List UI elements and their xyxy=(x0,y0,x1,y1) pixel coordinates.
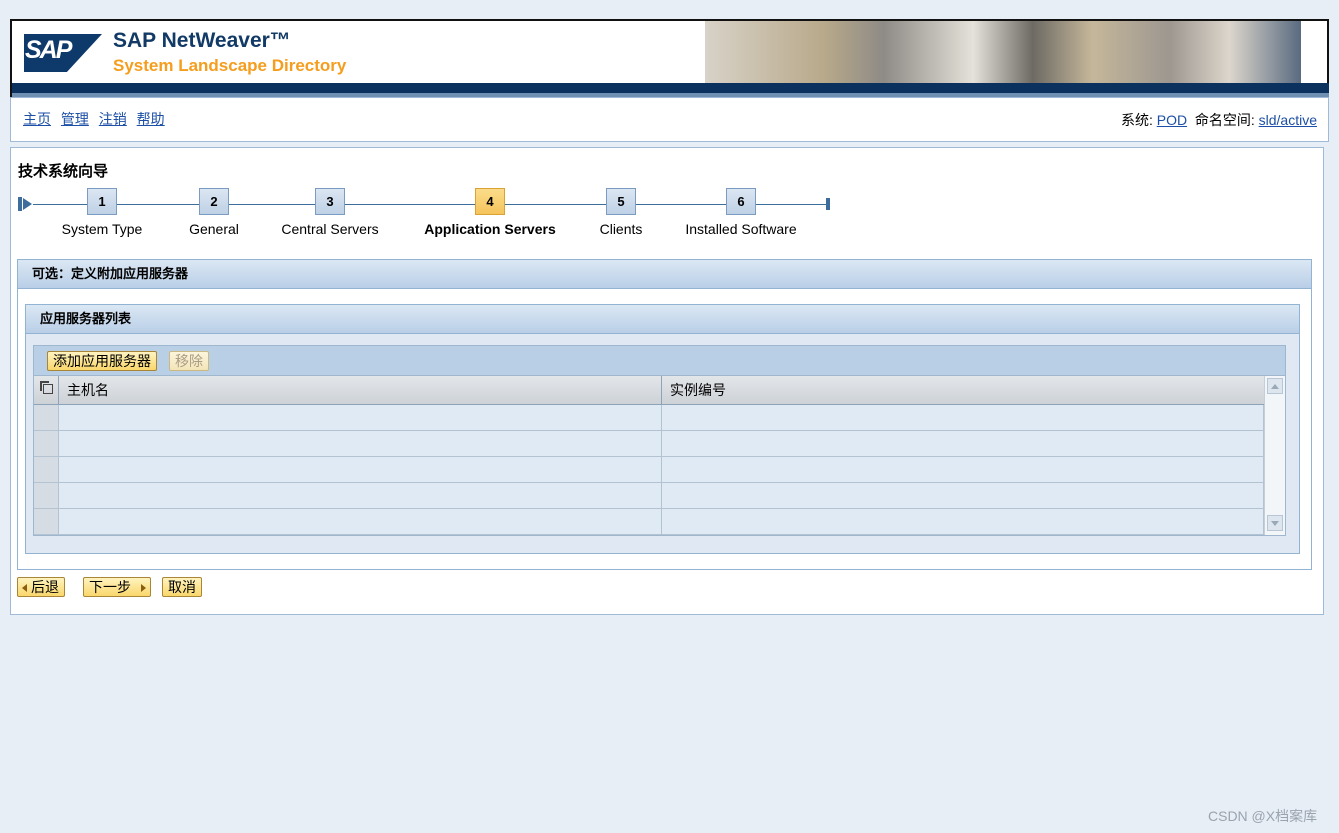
sap-logo: SAP xyxy=(24,34,102,72)
select-all-icon[interactable] xyxy=(34,376,59,404)
next-button[interactable]: 下一步 xyxy=(83,577,151,597)
next-label: 下一步 xyxy=(89,579,131,595)
system-link[interactable]: POD xyxy=(1157,112,1187,128)
nav-home[interactable]: 主页 xyxy=(23,111,51,127)
row-selector[interactable] xyxy=(34,483,59,509)
roadmap-start-icon xyxy=(18,197,22,211)
product-name: SAP NetWeaver™ xyxy=(113,29,291,52)
roadmap-step-3[interactable]: 3 xyxy=(315,188,345,215)
section-header: 可选：定义附加应用服务器 xyxy=(18,260,1311,289)
table-row[interactable] xyxy=(34,405,1264,431)
page-title: 技术系统向导 xyxy=(18,163,109,180)
roadmap-step-label[interactable]: Application Servers xyxy=(424,221,556,237)
roadmap-step-2[interactable]: 2 xyxy=(199,188,229,215)
roadmap-step-label[interactable]: Central Servers xyxy=(281,221,378,237)
table-header-row: 主机名 实例编号 xyxy=(34,376,1264,405)
header-strip xyxy=(12,83,1329,93)
roadmap-start-arrow xyxy=(23,198,32,210)
table-toolbar: 添加应用服务器 移除 xyxy=(34,346,1285,376)
instance-number-cell[interactable] xyxy=(662,431,1264,457)
hostname-cell[interactable] xyxy=(59,405,662,431)
server-list-header: 应用服务器列表 xyxy=(26,305,1299,334)
hostname-cell[interactable] xyxy=(59,509,662,535)
nav-logout[interactable]: 注销 xyxy=(99,111,127,127)
roadmap-step-label[interactable]: System Type xyxy=(62,221,143,237)
instance-number-cell[interactable] xyxy=(662,483,1264,509)
system-label: 系统: xyxy=(1120,112,1153,128)
row-selector[interactable] xyxy=(34,509,59,535)
nav-admin[interactable]: 管理 xyxy=(61,111,89,127)
table-row[interactable] xyxy=(34,431,1264,457)
product-subtitle: System Landscape Directory xyxy=(113,56,347,75)
roadmap-line xyxy=(33,204,827,205)
server-table: 添加应用服务器 移除 主机名 实例编号 xyxy=(33,345,1286,536)
hostname-cell[interactable] xyxy=(59,483,662,509)
server-list-panel: 应用服务器列表 添加应用服务器 移除 主机名 实例编号 xyxy=(25,304,1300,554)
nav-bar: 主页 管理 注销 帮助 系统: POD 命名空间: sld/active xyxy=(10,97,1329,142)
row-selector[interactable] xyxy=(34,457,59,483)
nav-help[interactable]: 帮助 xyxy=(137,111,165,127)
column-header-hostname[interactable]: 主机名 xyxy=(59,376,662,404)
roadmap-step-5[interactable]: 5 xyxy=(606,188,636,215)
table-row[interactable] xyxy=(34,483,1264,509)
back-label: 后退 xyxy=(31,579,59,595)
column-header-instance-number[interactable]: 实例编号 xyxy=(662,376,1264,404)
wizard-panel: 技术系统向导 1 System Type 2 General 3 Central Serv… xyxy=(10,147,1324,615)
remove-button[interactable]: 移除 xyxy=(169,351,209,371)
back-arrow-icon xyxy=(22,584,27,593)
watermark: CSDN @X档案库 xyxy=(1208,808,1318,824)
table-row[interactable] xyxy=(34,457,1264,483)
roadmap-step-label[interactable]: Clients xyxy=(600,221,643,237)
hostname-cell[interactable] xyxy=(59,457,662,483)
cancel-button[interactable]: 取消 xyxy=(162,577,202,597)
table-scrollbar[interactable] xyxy=(1264,376,1285,535)
row-selector[interactable] xyxy=(34,431,59,457)
scroll-up-icon[interactable] xyxy=(1267,378,1283,394)
roadmap-step-label[interactable]: General xyxy=(189,221,239,237)
instance-number-cell[interactable] xyxy=(662,509,1264,535)
namespace-label: 命名空间: xyxy=(1194,112,1255,128)
next-arrow-icon xyxy=(141,584,146,593)
table-row[interactable] xyxy=(34,509,1264,535)
namespace-link[interactable]: sld/active xyxy=(1259,112,1317,128)
hostname-cell[interactable] xyxy=(59,431,662,457)
roadmap-step-6[interactable]: 6 xyxy=(726,188,756,215)
roadmap-step-4[interactable]: 4 xyxy=(475,188,505,215)
app-header: SAP SAP NetWeaver™ System Landscape Dire… xyxy=(10,19,1329,97)
optional-section: 可选：定义附加应用服务器 应用服务器列表 添加应用服务器 移除 主机名 实例编号 xyxy=(17,259,1312,570)
instance-number-cell[interactable] xyxy=(662,457,1264,483)
roadmap-end-icon xyxy=(820,198,830,210)
add-server-button[interactable]: 添加应用服务器 xyxy=(47,351,157,371)
roadmap-step-label[interactable]: Installed Software xyxy=(685,221,796,237)
back-button[interactable]: 后退 xyxy=(17,577,65,597)
instance-number-cell[interactable] xyxy=(662,405,1264,431)
scroll-down-icon[interactable] xyxy=(1267,515,1283,531)
row-selector[interactable] xyxy=(34,405,59,431)
header-banner-image xyxy=(705,21,1301,83)
roadmap-step-1[interactable]: 1 xyxy=(87,188,117,215)
